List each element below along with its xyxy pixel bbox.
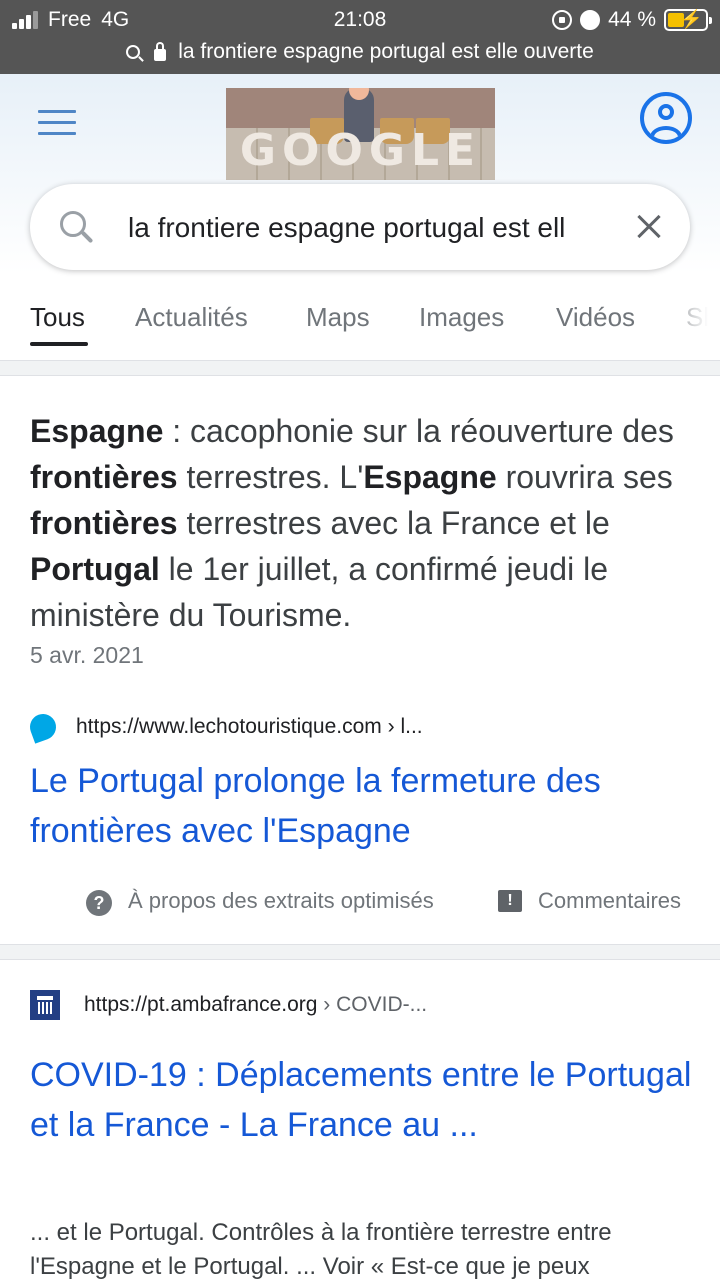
snippet-bold-term: frontières xyxy=(30,505,178,541)
snippet-text-run: : cacophonie sur la réouverture des xyxy=(163,413,674,449)
close-icon[interactable] xyxy=(632,210,666,244)
charging-bolt-icon: ⚡ xyxy=(680,9,703,29)
snippet-text-run: terrestres. L' xyxy=(177,459,364,495)
url-text[interactable]: la frontiere espagne portugal est elle o… xyxy=(178,40,594,64)
snippet-text-run: rouvrira ses xyxy=(496,459,673,495)
url-bar[interactable]: la frontiere espagne portugal est elle o… xyxy=(0,38,720,66)
snippet-bold-term: frontières xyxy=(30,459,178,495)
battery-icon: ⚡ xyxy=(664,9,712,31)
about-snippets-link[interactable]: À propos des extraits optimisés xyxy=(128,888,434,914)
tab-maps[interactable]: Maps xyxy=(306,302,370,332)
search-input[interactable]: la frontiere espagne portugal est ell xyxy=(128,208,614,248)
result-title-link[interactable]: COVID-19 : Déplacements entre le Portuga… xyxy=(30,1050,700,1150)
section-divider xyxy=(0,360,720,376)
source-url[interactable]: https://www.lechotouristique.com › l... xyxy=(76,715,423,739)
help-icon[interactable]: ? xyxy=(86,890,112,916)
active-tab-indicator xyxy=(30,342,88,346)
source-url[interactable]: https://pt.ambafrance.org › COVID-... xyxy=(84,993,427,1017)
battery-percent: 44 % xyxy=(608,8,656,31)
search-tabs: Tous Actualités Maps Images Vidéos Sh xyxy=(0,292,720,348)
feedback-link[interactable]: Commentaires xyxy=(538,888,681,914)
lock-icon xyxy=(154,42,167,61)
ambafrance-favicon-icon xyxy=(30,990,60,1020)
result-description: ... et le Portugal. Contrôles à la front… xyxy=(30,1219,612,1280)
rotation-lock-icon xyxy=(552,10,573,30)
snippet-source[interactable]: https://www.lechotouristique.com › l... xyxy=(26,710,423,744)
section-divider xyxy=(0,944,720,960)
snippet-date: 5 avr. 2021 xyxy=(30,642,144,668)
search-result: https://pt.ambafrance.org › COVID-... CO… xyxy=(0,960,720,1280)
tab-videos[interactable]: Vidéos xyxy=(556,302,635,332)
doodle-lettering: GOOGLE xyxy=(239,125,482,176)
snippet-bold-term: Espagne xyxy=(30,413,164,449)
snippet-footer: ? À propos des extraits optimisés ! Comm… xyxy=(0,882,720,922)
search-box[interactable]: la frontiere espagne portugal est ell xyxy=(30,184,690,270)
feedback-icon[interactable]: ! xyxy=(498,890,522,912)
result-source[interactable]: https://pt.ambafrance.org › COVID-... xyxy=(30,990,427,1020)
alarm-icon xyxy=(580,10,601,30)
google-doodle-logo[interactable]: GOOGLE xyxy=(226,88,495,180)
featured-snippet-card: Espagne : cacophonie sur la réouverture … xyxy=(0,376,720,944)
tabs-fade xyxy=(660,292,720,346)
snippet-bold-term: Espagne xyxy=(363,459,497,495)
search-icon xyxy=(126,45,141,59)
status-icons: 44 % ⚡ xyxy=(552,6,712,34)
hamburger-menu-icon[interactable] xyxy=(38,110,76,136)
search-header: GOOGLE la frontiere espagne portugal est… xyxy=(0,74,720,360)
status-bar: Free 4G 21:08 44 % ⚡ la frontiere espagn… xyxy=(0,0,720,74)
account-circle-icon[interactable] xyxy=(640,92,692,144)
tab-tous[interactable]: Tous xyxy=(30,302,85,332)
lechotouristique-favicon-icon xyxy=(26,710,60,744)
snippet-title-link[interactable]: Le Portugal prolonge la fermeture des fr… xyxy=(30,756,700,856)
search-icon[interactable] xyxy=(58,209,94,245)
snippet-bold-term: Portugal xyxy=(30,551,160,587)
snippet-text: Espagne : cacophonie sur la réouverture … xyxy=(30,408,690,638)
tab-actualites[interactable]: Actualités xyxy=(135,302,248,332)
tab-images[interactable]: Images xyxy=(419,302,504,332)
snippet-text-run: terrestres avec la France et le xyxy=(177,505,610,541)
